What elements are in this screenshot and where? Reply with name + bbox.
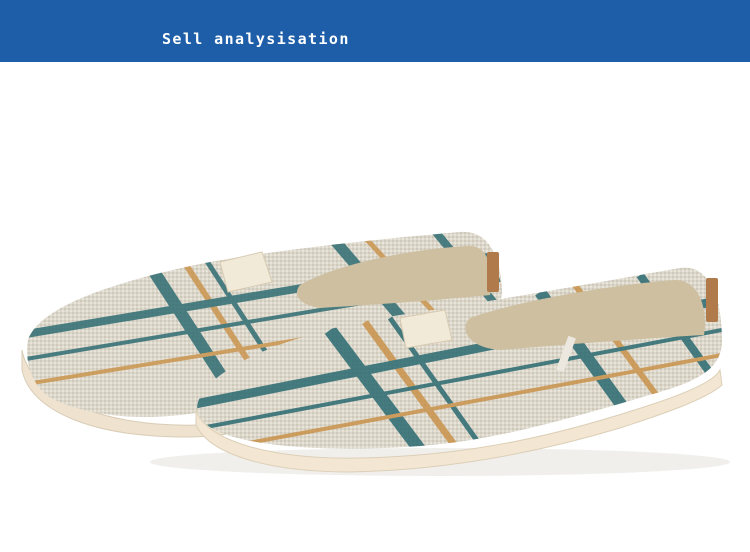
banner-title: Sell analysisation: [162, 30, 350, 48]
header-banner: Sell analysisation: [0, 0, 750, 62]
product-photo: [0, 62, 750, 552]
shoes-illustration: [21, 231, 730, 476]
